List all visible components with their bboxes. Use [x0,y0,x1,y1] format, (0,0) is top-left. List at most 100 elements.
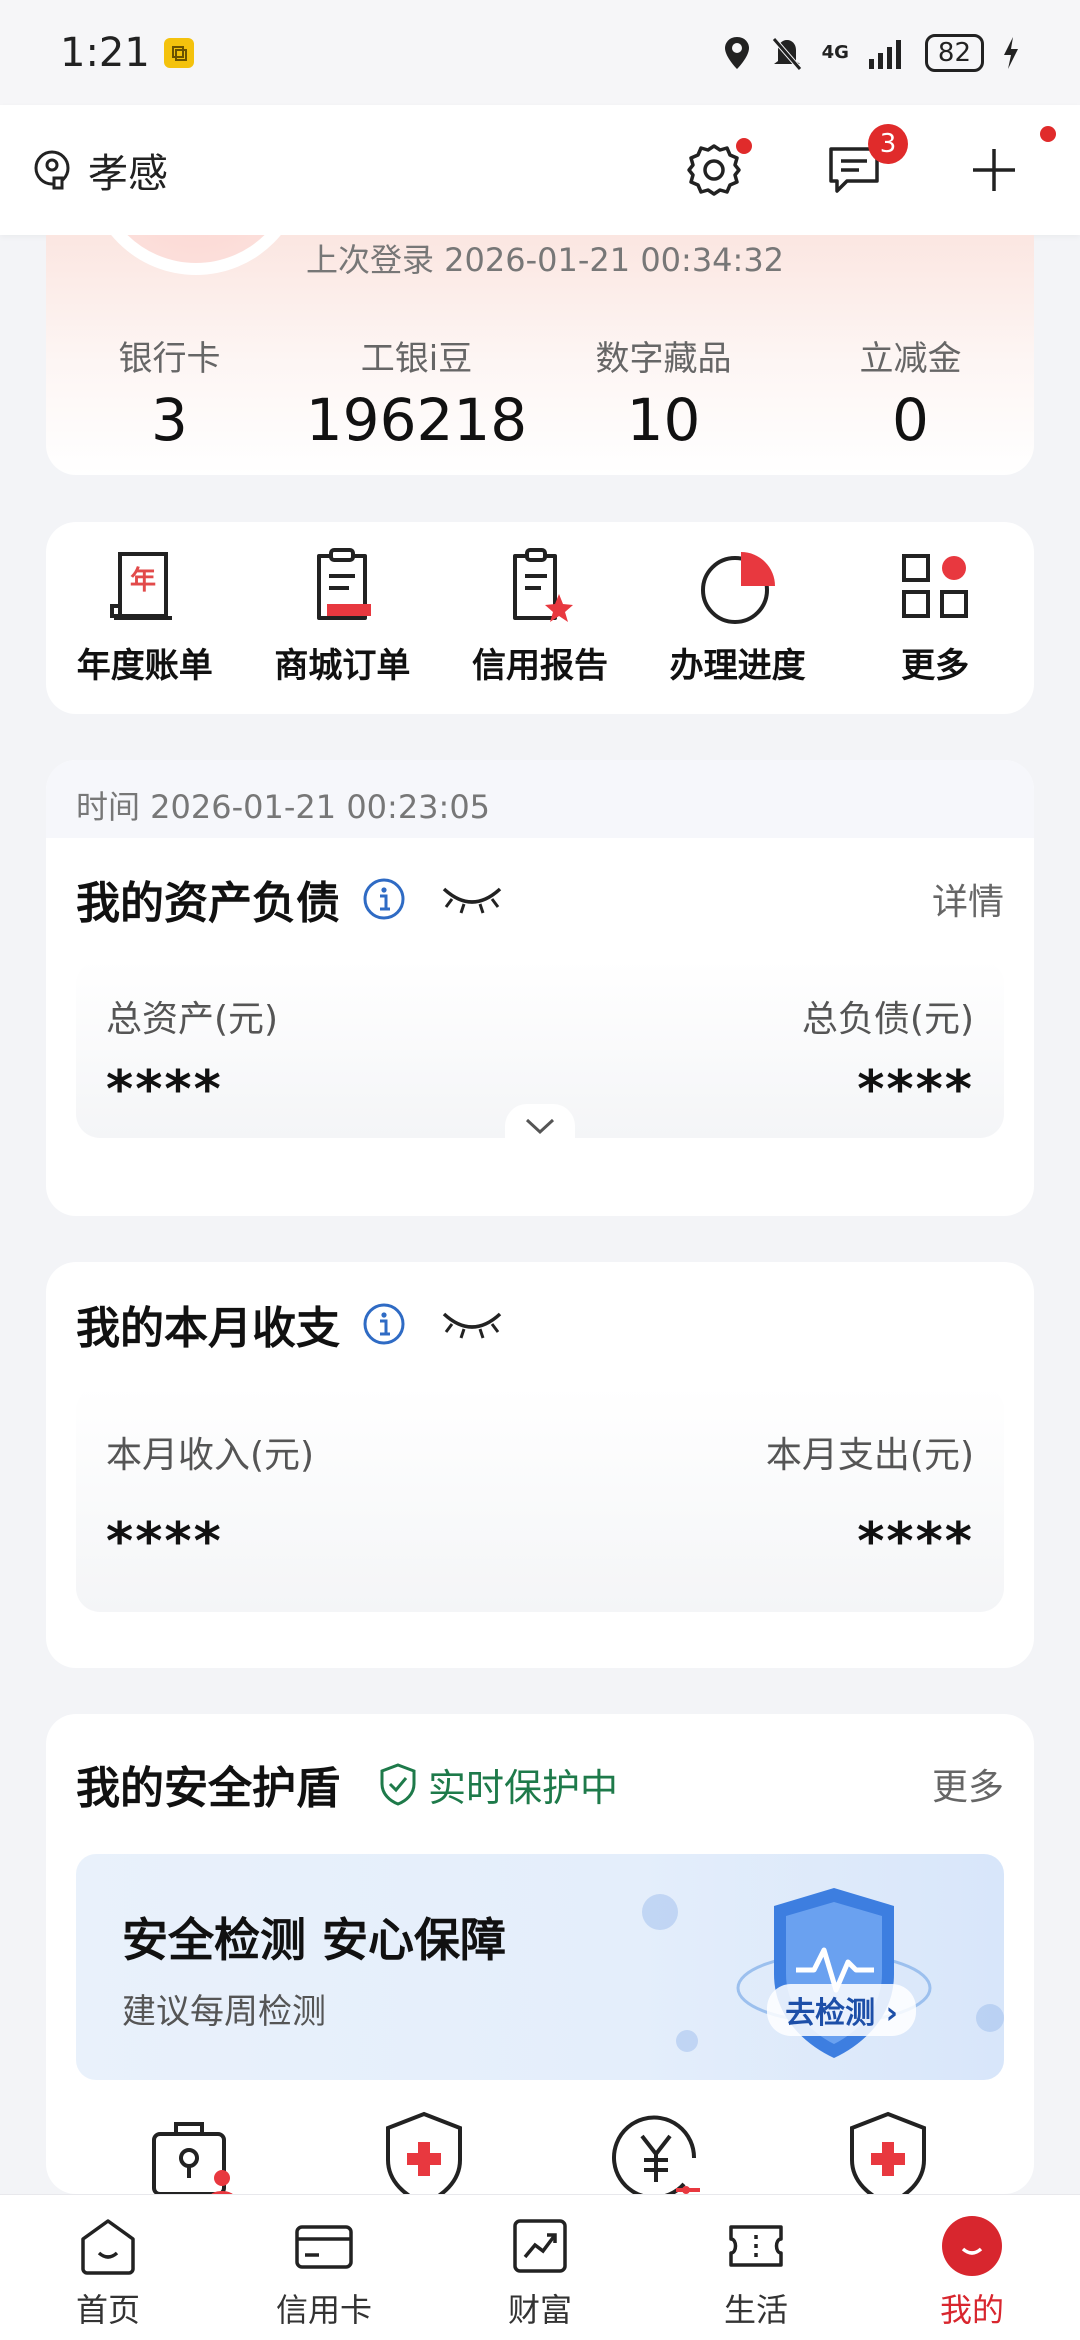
detect-button[interactable]: 去检测 › [767,1984,916,2036]
stat-bank-cards[interactable]: 银行卡 3 [46,331,293,454]
settings-button[interactable] [682,138,752,202]
quick-label: 商城订单 [274,646,411,686]
add-notify-dot [1040,126,1056,142]
bottom-nav: 首页 信用卡 财富 生活 我的 [0,2194,1080,2340]
plus-icon [973,149,1015,191]
security-shield-icon [736,1888,932,2058]
expense-label: 本月支出(元) [765,1435,974,1476]
battery-indicator: 82 [924,33,984,72]
network-label: 4G [821,42,849,63]
location-person-icon [34,150,70,190]
location-pin-icon [724,36,749,69]
nav-home[interactable]: 首页 [0,2195,216,2340]
stat-icbc-beans[interactable]: 工银i豆 196218 [293,331,540,454]
quick-credit-report[interactable]: 信用报告 [441,544,639,714]
gear-icon [687,144,741,196]
location-selector[interactable]: 孝感 [32,141,168,199]
last-login-time: 上次登录 2026-01-21 00:34:32 [306,241,785,279]
eye-closed-icon[interactable] [440,879,504,919]
mute-bell-icon [771,36,802,71]
signal-icon [868,39,901,69]
card-title: 我的安全护盾 [76,1763,340,1814]
add-button[interactable] [962,126,1056,202]
tool-account-lock[interactable] [76,2108,308,2194]
security-tools [46,2108,1034,2194]
quick-menu: 年 年度账单 商城订单 信用报告 办理进度 更多 [46,522,1034,714]
sim-icon [163,37,194,68]
total-assets-value: **** [106,1060,223,1120]
quick-progress[interactable]: 办理进度 [639,544,837,714]
nav-profile[interactable]: 我的 [864,2195,1080,2340]
stat-label: 工银i豆 [360,339,473,379]
total-debt-value: **** [857,1060,974,1120]
stat-discount-credit[interactable]: 立减金 0 [787,331,1034,454]
tool-fund-safety[interactable] [540,2108,772,2194]
assets-liabilities-card: 时间 2026-01-21 00:23:05 我的资产负债 详情 总资产(元) … [46,760,1034,1216]
protection-status-label: 实时保护中 [428,1765,619,1810]
status-bar: 1:21 4G 82 [0,0,1080,105]
stat-value: 3 [151,386,188,454]
monthly-income-card: 我的本月收支 本月收入(元) 本月支出(元) **** **** [46,1262,1034,1668]
quick-label: 办理进度 [669,646,806,686]
tool-insurance[interactable] [308,2108,540,2194]
top-header: 孝感 3 [0,105,1080,235]
info-icon[interactable] [362,1302,406,1346]
nav-label: 首页 [75,2291,140,2329]
charging-icon [1004,36,1018,69]
profile-icon [942,2216,1002,2276]
security-shield-card: 我的安全护盾 实时保护中 更多 安全检测 安心保障 建议每周检测 去检测 › [46,1714,1034,2194]
quick-label: 更多 [901,646,970,686]
stat-digital-collectibles[interactable]: 数字藏品 10 [540,331,787,454]
profile-stats: 银行卡 3 工银i豆 196218 数字藏品 10 立减金 0 [46,331,1034,454]
nav-life[interactable]: 生活 [648,2195,864,2340]
stat-label: 立减金 [859,339,962,379]
card-title: 我的本月收支 [76,1303,340,1354]
nav-wealth[interactable]: 财富 [432,2195,648,2340]
nav-label: 我的 [939,2291,1004,2329]
shield-plus-icon [386,2111,462,2194]
assets-time: 时间 2026-01-21 00:23:05 [46,760,1034,838]
quick-mall-order[interactable]: 商城订单 [244,544,442,714]
quick-label: 年度账单 [76,646,213,686]
more-link[interactable]: 更多 [932,1758,1004,1810]
eye-closed-icon[interactable] [440,1304,504,1344]
info-icon[interactable] [362,877,406,921]
annual-bill-icon: 年 [109,552,172,620]
nav-label: 财富 [507,2291,572,2329]
quick-annual-bill[interactable]: 年 年度账单 [46,544,244,714]
more-grid-icon [902,554,969,618]
total-debt-label: 总负债(元) [801,999,974,1040]
settings-notify-dot [736,138,752,154]
wealth-icon [513,2219,567,2273]
credit-card-icon [295,2225,353,2269]
nav-credit-card[interactable]: 信用卡 [216,2195,432,2340]
stat-label: 数字藏品 [595,339,732,379]
messages-button[interactable]: 3 [822,124,908,202]
stat-label: 银行卡 [118,339,221,379]
svg-text:年: 年 [130,565,156,596]
security-check-banner[interactable]: 安全检测 安心保障 建议每周检测 去检测 › [76,1854,1004,2080]
protection-status: 实时保护中 [378,1757,618,1812]
yuan-coin-icon [612,2115,700,2194]
progress-icon [700,552,775,624]
avatar[interactable] [86,235,306,275]
stat-value: 10 [626,386,701,454]
tool-protection[interactable] [772,2108,1004,2194]
expand-button[interactable] [505,1104,575,1148]
nav-label: 生活 [723,2291,788,2329]
home-icon [81,2219,135,2275]
chevron-down-icon [525,1118,555,1135]
stat-value: 0 [892,386,929,454]
card-title: 我的资产负债 [76,878,340,929]
credit-report-icon [512,548,573,622]
lock-bag-user-icon [152,2122,233,2194]
mall-order-icon [317,548,372,620]
detect-button-label: 去检测 [785,1996,876,2031]
assets-summary: 总资产(元) 总负债(元) **** **** [76,960,1004,1148]
detail-link[interactable]: 详情 [932,873,1004,925]
shield-check-icon [380,1763,416,1806]
income-value: **** [106,1512,223,1572]
quick-more[interactable]: 更多 [836,544,1034,714]
income-summary: 本月收入(元) 本月支出(元) **** **** [76,1386,1004,1612]
total-assets-label: 总资产(元) [106,999,279,1040]
